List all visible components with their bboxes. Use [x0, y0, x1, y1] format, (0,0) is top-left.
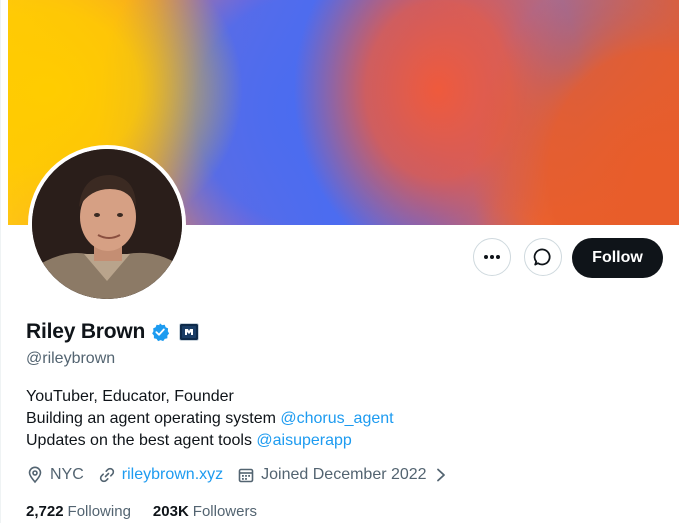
followers-count: 203K [152, 503, 189, 520]
name-row: Riley Brown [26, 320, 200, 344]
affiliate-badge-icon[interactable] [179, 323, 200, 341]
website: rileybrown.xyz [98, 466, 223, 484]
following-label: Following [67, 503, 131, 520]
more-icon [484, 255, 500, 259]
follow-stats: 2,722 Following 203K Followers [26, 503, 279, 520]
profile-meta: NYC rileybrown.xyz Joined December 2022 [26, 466, 461, 484]
calendar-icon [238, 468, 254, 483]
more-button[interactable] [473, 238, 511, 276]
profile-page: Follow Riley Brown @rileybrown YouTuber,… [0, 0, 679, 523]
followers-label: Followers [192, 503, 257, 520]
following-count: 2,722 [26, 503, 64, 520]
bio-line-1: YouTuber, Educator, Founder [26, 388, 234, 405]
follow-label: Follow [592, 249, 643, 266]
joined: Joined December 2022 [237, 466, 446, 484]
message-button[interactable] [524, 238, 562, 276]
location: NYC [26, 466, 84, 484]
bio-line-2: Building an agent operating system @chor… [26, 408, 394, 430]
avatar-photo [32, 149, 182, 299]
bio-line-3: Updates on the best agent tools @aisuper… [26, 430, 394, 452]
location-icon [28, 466, 42, 484]
following-stat[interactable]: 2,722 Following [26, 503, 131, 520]
message-icon [533, 248, 551, 266]
bio-line-3-text: Updates on the best agent tools [26, 432, 257, 449]
mention-aisuperapp[interactable]: @aisuperapp [256, 432, 351, 449]
handle: @rileybrown [26, 350, 116, 367]
location-text: NYC [50, 466, 84, 483]
bio: YouTuber, Educator, Founder Building an … [26, 386, 394, 452]
follow-button[interactable]: Follow [572, 238, 663, 278]
verified-badge-icon[interactable] [150, 322, 170, 342]
link-icon [99, 467, 114, 483]
website-link[interactable]: rileybrown.xyz [122, 466, 223, 484]
avatar-border [28, 145, 186, 303]
avatar[interactable] [32, 149, 182, 299]
mention-chorus-agent[interactable]: @chorus_agent [280, 410, 393, 427]
joined-text: Joined December 2022 [261, 466, 427, 483]
bio-line-2-text: Building an agent operating system [26, 410, 281, 427]
display-name: Riley Brown [26, 320, 146, 343]
followers-stat[interactable]: 203K Followers [153, 503, 257, 520]
chevron-right-icon[interactable] [435, 468, 447, 482]
